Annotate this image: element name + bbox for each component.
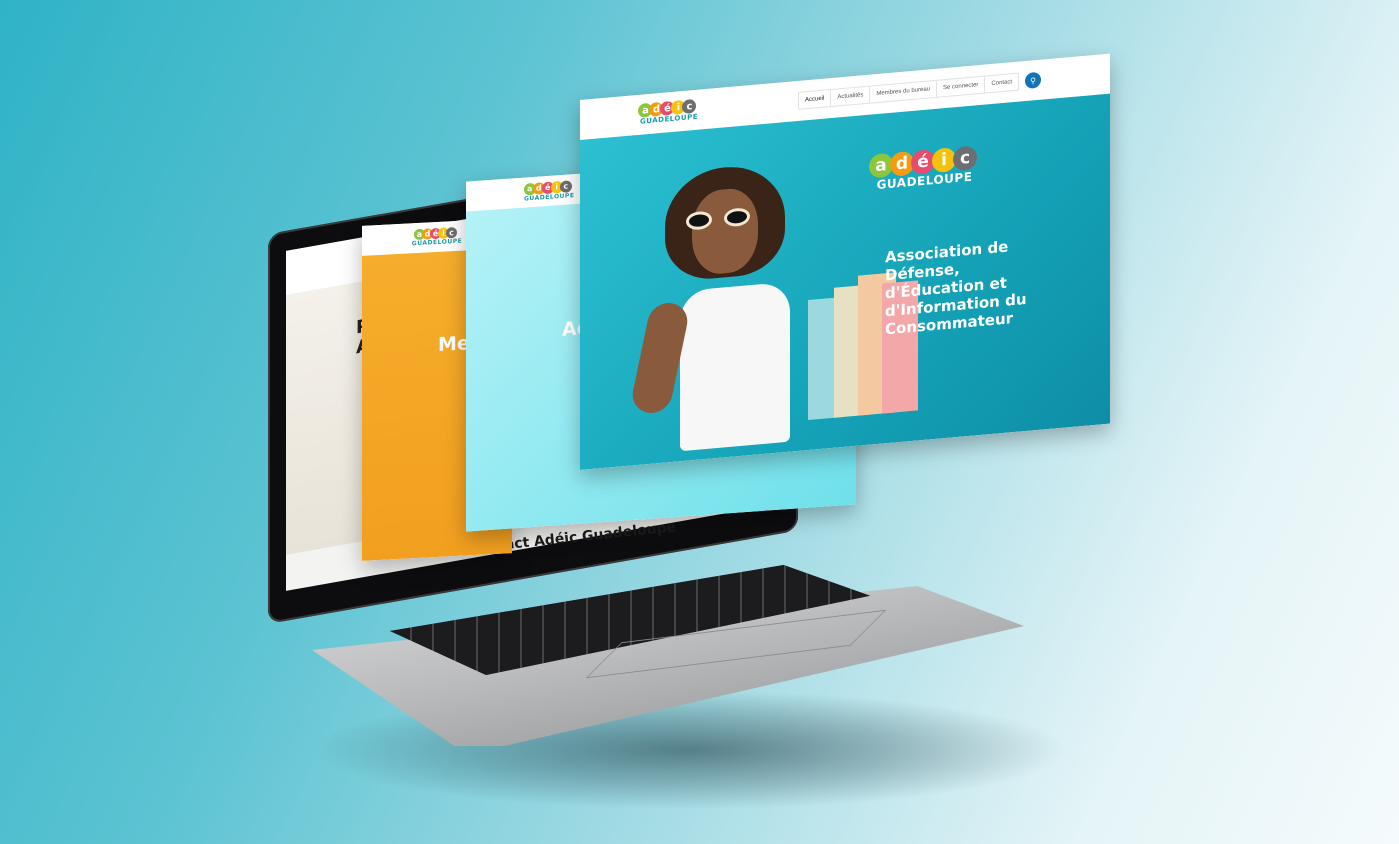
nav-item-actualites[interactable]: Actualités bbox=[831, 86, 871, 107]
brand-logo: adéic GUADELOUPE bbox=[638, 98, 698, 126]
hero-person-top bbox=[680, 281, 790, 452]
nav-item-accueil[interactable]: Accueil bbox=[798, 90, 832, 109]
hero-heading: Association de Défense, d'Éducation et d… bbox=[885, 236, 1027, 339]
search-icon[interactable]: ⚲ bbox=[1025, 71, 1042, 90]
logo-letter: c bbox=[682, 98, 697, 115]
logo-letter: c bbox=[559, 179, 572, 193]
hero-logo: adéic GUADELOUPE bbox=[869, 145, 977, 192]
nav-item-se-connecter[interactable]: Se connecter bbox=[937, 76, 986, 97]
brand-logo: adéic GUADELOUPE bbox=[523, 179, 574, 202]
logo-letter: c bbox=[445, 226, 457, 239]
nav-item-contact[interactable]: Contact bbox=[985, 74, 1018, 93]
nav-item-membres[interactable]: Membres du bureau bbox=[870, 80, 938, 103]
brand-logo: adéic GUADELOUPE bbox=[411, 226, 463, 248]
brand-subtitle: GUADELOUPE bbox=[411, 237, 463, 248]
logo-letter: c bbox=[953, 145, 977, 172]
panel-home-hero: adéic GUADELOUPE Association de Défense,… bbox=[580, 93, 1110, 470]
panel-home: adéic GUADELOUPE Accueil Actualités Memb… bbox=[580, 53, 1110, 470]
